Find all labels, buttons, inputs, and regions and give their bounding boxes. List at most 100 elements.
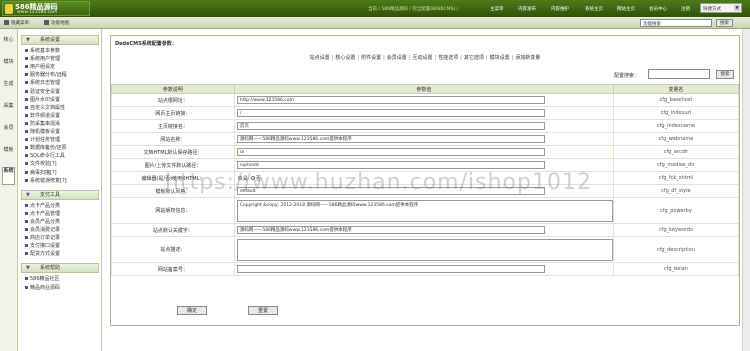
param-value-input[interactable]: / [236,109,545,117]
bullet-icon [25,105,28,109]
param-value-input[interactable]: /uploads [236,161,545,169]
nav-site-home[interactable]: 网站主页 [617,6,635,12]
sidebar-item-label: 软件频道设置 [30,112,61,119]
sidebar-section-header[interactable]: ▼ 系统帮助 [21,263,99,274]
func-map-button[interactable]: 功能地图 [44,20,69,26]
sidebar-item-label: 配货方式设置 [30,251,61,258]
sidebar-item[interactable]: 586精品社区 [25,276,60,283]
logo-mark-icon [5,4,13,14]
tab-collect[interactable]: 采集 [2,103,15,110]
param-value-textarea[interactable] [236,238,613,261]
sidebar-item[interactable]: 会员消费记录 [25,227,60,234]
nav-publish[interactable]: 内容发布 [518,6,536,12]
sidebar-item[interactable]: 验证安全设置 [25,89,60,96]
sidebar-section-header[interactable]: ▼ 系统设置 [21,35,99,45]
config-tab[interactable]: 模块设置 [490,55,510,61]
param-label: 网站版权信息： [111,197,235,224]
sidebar-item-label: 支付接口设置 [30,243,61,250]
sidebar-item-label: 系统日志管理 [30,80,61,87]
sidebar-item[interactable]: 随机模板设置 [25,129,60,136]
tab-separator: | [460,55,462,61]
hide-menu-button[interactable]: 隐藏菜单 [4,20,29,26]
bullet-icon [25,81,28,85]
param-value-cell [233,236,614,263]
function-search-input[interactable]: 功能搜索 [640,19,712,27]
nav-main-menu[interactable]: 主菜单 [490,6,504,12]
sidebar-item-label: 随机模板设置 [30,129,61,135]
sidebar-item[interactable]: 服务器分布/远程 [25,72,67,79]
config-tab[interactable]: 核心设置 [335,55,355,61]
config-search-input[interactable] [648,69,710,79]
param-value-input[interactable] [236,265,545,273]
tab-member[interactable]: 会员 [2,125,15,132]
sidebar-item[interactable]: 数据库备份/还原 [25,145,67,152]
config-search-button[interactable]: 搜索 [716,70,734,79]
sidebar-item[interactable]: 自定义文档属性 [25,105,65,112]
sidebar-item[interactable]: SQL命令行工具 [25,153,65,160]
sidebar-item[interactable]: 系统错误修复[?] [25,178,67,185]
function-search-button[interactable]: 搜索 [716,19,733,27]
left-tab-strip: 核心 模块 生成 采集 会员 模板 系统 [0,29,18,351]
breadcrumb: 当前 / 586精品源码 / 完全配置(8080CMS) / [368,7,459,12]
sidebar-item-label: SQL命令行工具 [30,153,65,160]
config-tab[interactable]: 性能选项 [438,55,458,61]
sidebar-item[interactable]: 用户组设定 [25,64,55,71]
sidebar-item[interactable]: 精品商业源码 [25,285,60,292]
column-header: 参数说明 [111,84,235,94]
config-tab[interactable]: 附件设置 [361,55,381,61]
config-tab[interactable]: 添加新变量 [515,55,540,61]
sub-bar: 隐藏菜单 功能地图 [0,17,750,29]
param-value-input[interactable]: 首页 [236,122,545,130]
sidebar-item[interactable]: 点卡产品管理 [25,211,60,218]
bullet-icon [25,219,28,223]
sidebar-item[interactable]: 支付接口设置 [25,243,60,250]
config-tab[interactable]: 其它选项 [464,55,484,61]
param-value-cell: / [233,106,614,120]
reset-button[interactable]: 重置 [248,306,278,315]
param-key: cfg_basehost [612,93,740,107]
tab-core[interactable]: 核心 [2,37,15,44]
tab-generate[interactable]: 生成 [2,81,15,88]
sidebar-item-label: 精品商业源码 [30,284,61,291]
sidebar-item[interactable]: 文件校验[?] [25,161,57,168]
sidebar-item[interactable]: 图片水印设置 [25,97,60,104]
sidebar-item[interactable]: 系统基本参数 [25,48,60,55]
tab-template[interactable]: 模板 [2,147,15,154]
sidebar-item[interactable]: 防采集串混淆 [25,121,60,128]
param-value-textarea[interactable]: Copyright &copy; 2012-2018 源码网——586精品源码w… [236,199,613,222]
config-tab[interactable]: 站点设置 [310,55,330,61]
table-row: 主页链接名： 首页 cfg_indexname [111,119,740,133]
sidebar-item[interactable]: 商店订单记录 [25,235,60,242]
param-value-input[interactable]: 源码网——586精品源码www.123586.com提供本程序 [236,135,545,143]
tab-system[interactable]: 系统 [2,167,15,185]
nav-member-center[interactable]: 会员中心 [649,6,667,12]
sidebar-item[interactable]: 系统用户管理 [25,56,60,63]
config-tab[interactable]: 互动设置 [412,55,432,61]
sidebar-item[interactable]: 会员产品分类 [25,219,60,226]
param-key: cfg_webname [612,132,740,146]
param-value-input[interactable]: 源码网——586精品源码www.123586.com提供本程序 [236,226,545,234]
sidebar-item[interactable]: 系统日志管理 [25,80,60,87]
param-label: 文档HTML默认保存路径： [111,145,235,159]
param-value-input[interactable]: /a [236,148,545,156]
column-header: 变量名 [612,84,740,94]
nav-system-home[interactable]: 系统主页 [585,6,603,12]
vertical-scrollbar[interactable] [742,29,750,351]
param-label: 主页链接名： [111,119,235,133]
sidebar-item[interactable]: 软件频道设置 [25,113,60,120]
sidebar-item-label: 图片水印设置 [30,96,61,103]
sidebar-item[interactable]: 病毒扫描[?] [25,170,57,177]
sidebar-section-header[interactable]: ▼ 支付工具 [21,189,99,200]
sidebar-item[interactable]: 配货方式设置 [25,251,60,258]
param-label: 站点描述： [111,236,235,263]
sidebar-item[interactable]: 计划任务管理 [25,137,60,144]
config-tab[interactable]: 会员设置 [387,55,407,61]
sidebar-item-label: 自定义文档属性 [30,104,66,111]
nav-logout[interactable]: 注销 [681,6,690,12]
ok-button[interactable]: 确定 [177,306,207,315]
quick-menu-select[interactable]: 快捷方式 ▼ [700,3,742,13]
param-value-input[interactable]: http://www.123586.com [236,96,545,104]
tab-module[interactable]: 模块 [2,59,15,66]
sidebar-item[interactable]: 点卡产品分类 [25,203,60,210]
nav-maintain[interactable]: 内容维护 [551,6,569,12]
